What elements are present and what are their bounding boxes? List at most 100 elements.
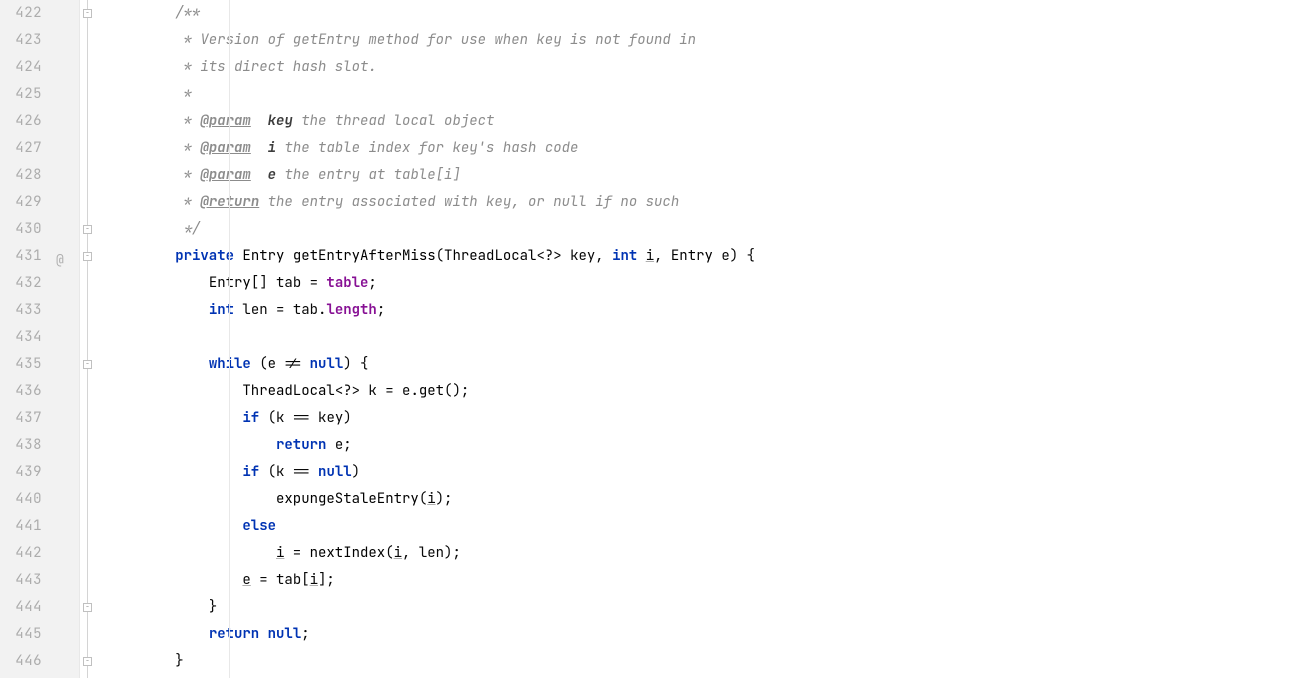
token: =: [268, 301, 293, 319]
token: ,: [654, 247, 671, 265]
token: ): [352, 463, 360, 481]
line-number: 435: [0, 351, 42, 378]
token: key: [318, 409, 343, 427]
code-line[interactable]: return e;: [108, 432, 1295, 459]
line-number: 426: [0, 108, 42, 135]
token: null: [318, 463, 352, 481]
line-number: 444: [0, 594, 42, 621]
token: *: [184, 166, 201, 184]
line-number: 446: [0, 648, 42, 675]
fold-toggle-icon[interactable]: −: [83, 252, 92, 261]
token: []: [251, 274, 276, 292]
token: (: [259, 409, 276, 427]
token: i: [394, 544, 402, 562]
token: return: [209, 625, 259, 643]
token: the thread local object: [293, 112, 495, 130]
token: ) {: [343, 355, 368, 373]
code-line[interactable]: if (k == key): [108, 405, 1295, 432]
token: ;: [377, 301, 385, 319]
token: length: [326, 301, 376, 319]
token: private: [175, 247, 234, 265]
fold-toggle-icon[interactable]: −: [83, 225, 92, 234]
token: [251, 112, 268, 130]
token: <?>: [335, 382, 369, 400]
token: ;: [368, 274, 376, 292]
token: tab: [276, 274, 301, 292]
line-number: 438: [0, 432, 42, 459]
token: k: [368, 382, 376, 400]
code-line[interactable]: * its direct hash slot.: [108, 54, 1295, 81]
token: !=: [276, 355, 310, 373]
indent-guide: [229, 0, 230, 678]
code-line[interactable]: else: [108, 513, 1295, 540]
token: [637, 247, 645, 265]
token: [259, 625, 267, 643]
token: get: [419, 382, 444, 400]
line-number: 425: [0, 81, 42, 108]
token: tab: [293, 301, 318, 319]
fold-toggle-icon[interactable]: −: [83, 657, 92, 666]
line-number: 423: [0, 27, 42, 54]
token: *: [184, 193, 201, 211]
token: *: [184, 85, 192, 103]
token: null: [268, 625, 302, 643]
token: i: [427, 490, 435, 508]
token: );: [444, 544, 461, 562]
token: the table index for key's hash code: [276, 139, 578, 157]
token: =: [301, 274, 326, 292]
token: ,: [402, 544, 419, 562]
token: Entry: [671, 247, 713, 265]
fold-toggle-icon[interactable]: −: [83, 360, 92, 369]
code-area[interactable]: /** * Version of getEntry method for use…: [98, 0, 1295, 678]
token: ThreadLocal: [444, 247, 536, 265]
token: ;: [301, 625, 309, 643]
code-line[interactable]: * @return the entry associated with key,…: [108, 189, 1295, 216]
code-line[interactable]: private Entry getEntryAfterMiss(ThreadLo…: [108, 243, 1295, 270]
code-line[interactable]: Entry[] tab = table;: [108, 270, 1295, 297]
code-line[interactable]: return null;: [108, 621, 1295, 648]
code-line[interactable]: * Version of getEntry method for use whe…: [108, 27, 1295, 54]
code-line[interactable]: /**: [108, 0, 1295, 27]
token: * its direct hash slot.: [184, 58, 377, 76]
line-number: 428: [0, 162, 42, 189]
token: (: [385, 544, 393, 562]
token: @param: [200, 166, 250, 184]
code-line[interactable]: * @param i the table index for key's has…: [108, 135, 1295, 162]
code-line[interactable]: int len = tab.length;: [108, 297, 1295, 324]
token: table: [326, 274, 368, 292]
code-line[interactable]: * @param key the thread local object: [108, 108, 1295, 135]
code-line[interactable]: e = tab[i];: [108, 567, 1295, 594]
token: return: [276, 436, 326, 454]
code-line[interactable]: */: [108, 216, 1295, 243]
code-line[interactable]: * @param e the entry at table[i]: [108, 162, 1295, 189]
code-line[interactable]: while (e != null) {: [108, 351, 1295, 378]
token: the entry at table[i]: [276, 166, 461, 184]
token: <?>: [536, 247, 570, 265]
code-line[interactable]: }: [108, 648, 1295, 675]
token: ): [343, 409, 351, 427]
code-line[interactable]: ThreadLocal<?> k = e.get();: [108, 378, 1295, 405]
fold-toggle-icon[interactable]: −: [83, 9, 92, 18]
code-line[interactable]: i = nextIndex(i, len);: [108, 540, 1295, 567]
override-marker[interactable]: @: [56, 246, 64, 273]
code-line[interactable]: }: [108, 594, 1295, 621]
token: =: [284, 544, 309, 562]
token: i: [646, 247, 654, 265]
line-number: 433: [0, 297, 42, 324]
line-number: 427: [0, 135, 42, 162]
line-number: 437: [0, 405, 42, 432]
token: e: [268, 166, 276, 184]
token: =: [251, 571, 276, 589]
code-editor[interactable]: 4224234244254264274284294304314324334344…: [0, 0, 1295, 678]
code-line[interactable]: [108, 324, 1295, 351]
token: *: [184, 139, 201, 157]
fold-toggle-icon[interactable]: −: [83, 603, 92, 612]
token: ;: [343, 436, 351, 454]
token: else: [242, 517, 276, 535]
code-line[interactable]: if (k == null): [108, 459, 1295, 486]
code-line[interactable]: expungeStaleEntry(i);: [108, 486, 1295, 513]
token: tab: [276, 571, 301, 589]
line-number: 445: [0, 621, 42, 648]
code-line[interactable]: *: [108, 81, 1295, 108]
token: i: [310, 571, 318, 589]
